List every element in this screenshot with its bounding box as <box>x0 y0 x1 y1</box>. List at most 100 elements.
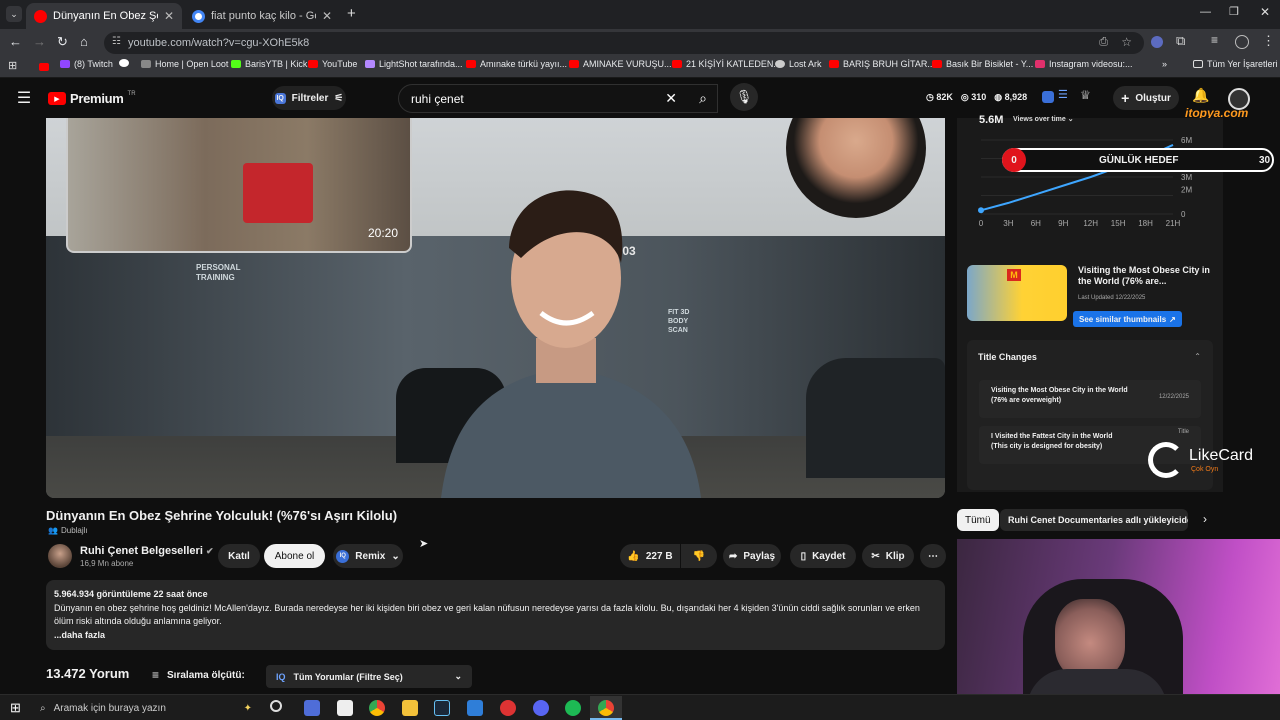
bookmark-6[interactable]: Basık Bir Bisiklet - Y... <box>932 59 1033 69</box>
vidiq-icon[interactable] <box>1042 91 1054 103</box>
filters-button[interactable]: IQ Filtreler ⚟ <box>272 86 346 110</box>
microphone-icon[interactable]: 🎙 <box>730 83 758 111</box>
taskbar-app-icon[interactable] <box>500 700 516 716</box>
taskbar-app-icon[interactable] <box>304 700 320 716</box>
subscribe-button[interactable]: Abone ol <box>264 544 325 568</box>
menu-dots-icon[interactable]: ⋮ <box>1262 33 1275 49</box>
sort-button[interactable]: ≡ Sıralama ölçütü: <box>152 668 245 682</box>
chip-all[interactable]: Tümü <box>957 509 999 531</box>
back-icon[interactable]: ← <box>9 34 22 49</box>
search-icon[interactable]: ⌕ <box>699 90 707 107</box>
close-tab-icon[interactable]: ✕ <box>164 9 174 23</box>
channel-name[interactable]: Ruhi Çenet Belgeselleri ✔ <box>80 545 213 557</box>
extension-icon[interactable] <box>1151 36 1163 48</box>
description-box[interactable]: 5.964.934 görüntüleme 22 saat önce Dünya… <box>46 580 945 650</box>
chevron-right-icon[interactable]: › <box>1203 512 1207 526</box>
analytics-panel: 5.6M Views over time ⌄ 0 3H 6H 9H 12H 15H 18H 2… <box>957 114 1274 492</box>
bookmark-2[interactable]: Amınake türkü yayıı... <box>466 59 567 69</box>
comment-filter-dropdown[interactable]: IQ Tüm Yorumlar (Filtre Seç) ⌄ <box>266 665 472 688</box>
inset-duration: 20:20 <box>368 226 399 240</box>
install-icon[interactable]: ⎙ <box>1099 36 1108 49</box>
video-title: Dünyanın En Obez Şehrine Yolculuk! (%76'… <box>46 508 398 523</box>
video-player[interactable]: 2803 PERSONAL TRAINING FIT 3D BODY SCAN … <box>46 118 945 498</box>
mcdonalds-icon: M <box>1007 269 1021 281</box>
reload-icon[interactable]: ↻ <box>57 34 68 50</box>
channel-avatar[interactable] <box>48 544 72 568</box>
taskbar-chrome-icon[interactable] <box>369 700 385 716</box>
show-more-link[interactable]: ...daha fazla <box>54 629 937 642</box>
taskbar-explorer-icon[interactable] <box>402 700 418 716</box>
remix-button[interactable]: IQ Remix ⌄ <box>333 544 403 568</box>
clip-button[interactable]: ✂ Klip <box>862 544 914 568</box>
profile-icon[interactable] <box>1235 35 1249 49</box>
bookmark-star-icon[interactable]: ☆ <box>1121 35 1132 49</box>
tab-search-icon[interactable]: ⌄ <box>6 6 22 22</box>
notifications-icon[interactable]: 🔔 <box>1192 87 1209 104</box>
apps-grid-icon[interactable]: ⊞ <box>8 59 17 72</box>
youtube-logo[interactable]: ▶ Premium TR <box>48 91 136 106</box>
collapse-icon[interactable]: ⌃ <box>1194 352 1201 361</box>
chart-x-tick: 6H <box>1031 219 1041 228</box>
puzzle-icon[interactable]: ⧉ <box>1176 33 1185 49</box>
new-tab-icon[interactable]: + <box>347 5 356 22</box>
dislike-button[interactable]: 👎 <box>681 544 717 568</box>
bookmark-chrome[interactable] <box>119 59 129 67</box>
subscriber-count: 16,9 Mn abone <box>80 559 134 568</box>
bookmark-5[interactable]: BARIŞ BRUH GİTAR... <box>829 59 935 69</box>
bookmark-youtube[interactable]: YouTube <box>308 59 357 69</box>
bookmark-lightshot[interactable]: LightShot tarafında... <box>365 59 463 69</box>
bookmark-kick[interactable]: BarisYTB | Kick <box>231 59 307 69</box>
save-button[interactable]: ▯ Kaydet <box>790 544 856 568</box>
bookmark-lostark[interactable]: Lost Ark <box>775 59 822 69</box>
more-actions-button[interactable]: ⋯ <box>920 544 946 568</box>
see-similar-button[interactable]: See similar thumbnails ↗ <box>1073 311 1182 327</box>
minimize-icon[interactable]: — <box>1200 6 1211 18</box>
chart-x-tick: 3H <box>1003 219 1013 228</box>
similar-thumbnail[interactable]: M <box>967 265 1067 321</box>
taskbar-app-icon[interactable] <box>467 700 483 716</box>
task-view-icon[interactable] <box>270 700 282 712</box>
more-bookmarks-icon[interactable]: » <box>1162 59 1167 69</box>
all-bookmarks-folder[interactable]: Tüm Yer İşaretleri <box>1193 59 1278 69</box>
taskbar-app-icon[interactable] <box>337 700 353 716</box>
similar-title: Visiting the Most Obese City in the Worl… <box>1078 265 1210 286</box>
close-window-icon[interactable]: ✕ <box>1260 5 1270 19</box>
taskbar-chrome-active-icon[interactable] <box>598 700 614 716</box>
media-icon[interactable]: ≡ <box>1211 33 1218 47</box>
filter-badge-icon: IQ <box>274 92 286 104</box>
join-button[interactable]: Katıl <box>218 544 260 568</box>
clear-search-icon[interactable]: ✕ <box>665 90 677 107</box>
bookmark-instagram[interactable]: Instagram videosu:... <box>1035 59 1133 69</box>
search-input[interactable]: ruhi çenet ✕ ⌕ <box>398 84 718 113</box>
list-icon[interactable]: ☰ <box>1058 88 1068 101</box>
bookmark-openloot[interactable]: Home | Open Loot <box>141 59 228 69</box>
tab-google[interactable]: fiat punto kaç kilo - Google'da ✕ <box>184 3 340 29</box>
windows-start-icon[interactable]: ⊞ <box>10 700 21 716</box>
create-button[interactable]: + Oluştur <box>1113 86 1179 110</box>
close-tab-icon[interactable]: ✕ <box>322 9 332 23</box>
forward-icon[interactable]: → <box>33 34 46 49</box>
views-over-time[interactable]: Views over time ⌄ <box>1013 115 1074 123</box>
bookmark-youtube-icon[interactable] <box>39 63 49 71</box>
like-button[interactable]: 👍 227 B <box>620 544 680 568</box>
restore-icon[interactable]: ❐ <box>1229 5 1239 18</box>
bookmark-3[interactable]: AMINAKE VURUŞU... <box>569 59 672 69</box>
bookmark-twitch[interactable]: (8) Twitch <box>60 59 113 69</box>
trophy-icon[interactable]: ♕ <box>1080 88 1091 102</box>
stat-likes: ◍ 8,928 <box>994 92 1028 102</box>
home-icon[interactable]: ⌂ <box>80 34 88 49</box>
share-button[interactable]: ➦ Paylaş <box>723 544 781 568</box>
taskbar-steam-icon[interactable] <box>434 700 450 716</box>
dubbed-badge: 👥 Dublajlı <box>48 526 88 535</box>
tab-current[interactable]: Dünyanın En Obez Şehrine Yolc ✕ <box>26 3 182 29</box>
bookmark-4[interactable]: 21 KİŞİYİ KATLEDEN... <box>672 59 781 69</box>
taskbar-search[interactable]: ⌕ Aramak için buraya yazın ✦ <box>32 696 258 720</box>
site-info-icon[interactable]: ☷ <box>112 36 121 47</box>
taskbar-discord-icon[interactable] <box>533 700 549 716</box>
chart-x-tick: 12H <box>1083 219 1098 228</box>
chip-uploader[interactable]: Ruhi Cenet Documentaries adlı yükleyicid… <box>1000 509 1188 531</box>
address-field[interactable]: ☷ youtube.com/watch?v=cgu-XOhE5k8 ⎙ ☆ <box>104 32 1144 54</box>
taskbar-spotify-icon[interactable] <box>565 700 581 716</box>
hamburger-menu-icon[interactable]: ☰ <box>14 88 34 108</box>
windows-taskbar: ⊞ ⌕ Aramak için buraya yazın ✦ <box>0 694 1280 720</box>
